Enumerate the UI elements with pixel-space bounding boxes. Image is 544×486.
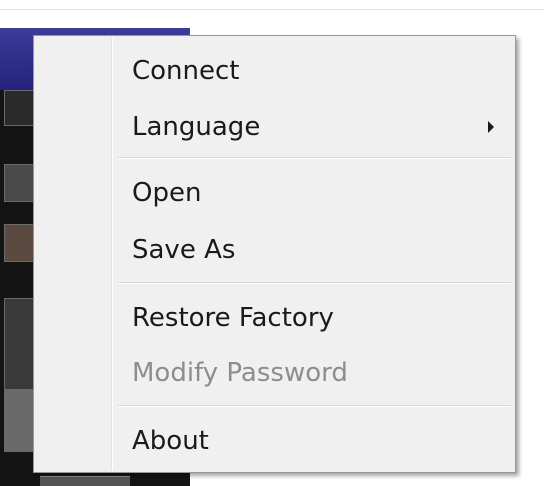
- background-panel: [4, 90, 36, 126]
- screen: Connect Language Open Save As Restore Fa…: [0, 0, 544, 486]
- menu-separator: [118, 405, 511, 407]
- menu-item-language[interactable]: Language: [37, 101, 512, 153]
- background-panel: [4, 390, 36, 452]
- background-panel: [4, 224, 36, 262]
- menu-item-label: Connect: [132, 56, 240, 86]
- menu-item-label: About: [132, 426, 209, 456]
- menu-item-open[interactable]: Open: [37, 167, 512, 219]
- background-panel: [4, 298, 36, 390]
- menu-item-restore-factory[interactable]: Restore Factory: [37, 292, 512, 344]
- submenu-arrow-icon: [488, 121, 494, 133]
- background-button: [40, 476, 130, 486]
- menu-item-about[interactable]: About: [37, 415, 512, 467]
- menu-item-label: Modify Password: [132, 358, 348, 388]
- menu-item-connect[interactable]: Connect: [37, 45, 512, 97]
- background-panel: [4, 164, 36, 202]
- menu-item-label: Language: [132, 112, 261, 142]
- menu-item-label: Open: [132, 178, 202, 208]
- context-menu: Connect Language Open Save As Restore Fa…: [33, 35, 516, 473]
- menu-item-modify-password: Modify Password: [37, 347, 512, 399]
- menu-item-label: Save As: [132, 235, 236, 265]
- menu-item-save-as[interactable]: Save As: [37, 224, 512, 276]
- menu-separator: [118, 282, 511, 284]
- menu-separator: [118, 157, 511, 159]
- window-edge-line: [0, 9, 544, 10]
- menu-item-label: Restore Factory: [132, 303, 334, 333]
